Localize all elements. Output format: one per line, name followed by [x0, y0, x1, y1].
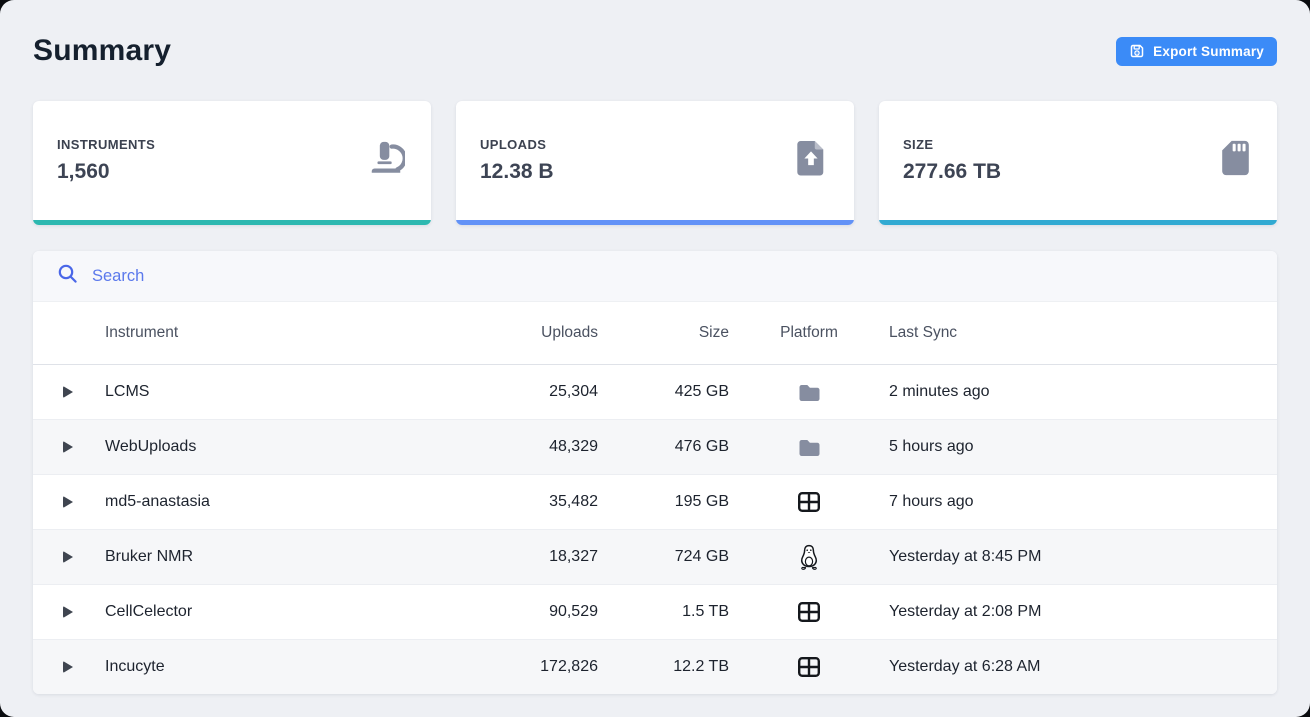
table-row[interactable]: LCMS 25,304 425 GB 2 minutes ago: [33, 365, 1277, 419]
table-row[interactable]: WebUploads 48,329 476 GB 5 hours ago: [33, 419, 1277, 474]
platform-cell: [729, 383, 889, 402]
linux-icon: [798, 544, 820, 571]
uploads-value: 90,529: [478, 603, 598, 621]
stat-cards: INSTRUMENTS 1,560 UPLOADS 12: [33, 101, 1277, 225]
instrument-name: CellCelector: [105, 603, 478, 621]
instrument-name: Bruker NMR: [105, 548, 478, 566]
windows-icon: [797, 601, 821, 623]
uploads-value: 35,482: [478, 493, 598, 511]
size-card-value: 277.66 TB: [903, 160, 1001, 184]
table-row[interactable]: Incucyte 172,826 12.2 TB Yesterday at 6:…: [33, 639, 1277, 694]
platform-cell: [729, 601, 889, 623]
size-value: 195 GB: [598, 493, 729, 511]
table-row[interactable]: md5-anastasia 35,482 195 GB 7 hours ago: [33, 474, 1277, 529]
summary-page: Summary Export Summary INSTRUMENTS 1,560: [0, 0, 1310, 717]
expand-caret-icon[interactable]: [63, 551, 73, 563]
uploads-card: UPLOADS 12.38 B: [456, 101, 854, 225]
column-header-platform[interactable]: Platform: [780, 324, 838, 342]
column-header-last-sync[interactable]: Last Sync: [889, 324, 1277, 342]
instrument-name: WebUploads: [105, 438, 478, 456]
size-value: 724 GB: [598, 548, 729, 566]
table-header-row: Instrument Uploads Size Platform Last Sy…: [33, 302, 1277, 365]
expand-caret-icon[interactable]: [63, 386, 73, 398]
expand-cell: [33, 441, 105, 453]
uploads-card-label: UPLOADS: [480, 137, 554, 152]
instruments-card-label: INSTRUMENTS: [57, 137, 155, 152]
size-value: 1.5 TB: [598, 603, 729, 621]
folder-icon: [798, 383, 821, 402]
uploads-card-accent: [456, 220, 854, 225]
last-sync-value: 2 minutes ago: [889, 383, 1277, 401]
table-row[interactable]: CellCelector 90,529 1.5 TB Yesterday at …: [33, 584, 1277, 639]
size-card-accent: [879, 220, 1277, 225]
uploads-value: 18,327: [478, 548, 598, 566]
instruments-card-accent: [33, 220, 431, 225]
windows-icon: [797, 491, 821, 513]
microscope-icon: [367, 139, 405, 182]
last-sync-value: Yesterday at 6:28 AM: [889, 658, 1277, 676]
size-card-label: SIZE: [903, 137, 1001, 152]
search-icon: [57, 263, 78, 289]
platform-cell: [729, 656, 889, 678]
instruments-table-card: Instrument Uploads Size Platform Last Sy…: [33, 251, 1277, 694]
instruments-card: INSTRUMENTS 1,560: [33, 101, 431, 225]
instrument-name: Incucyte: [105, 658, 478, 676]
column-header-uploads[interactable]: Uploads: [478, 324, 598, 342]
search-input[interactable]: [90, 266, 1253, 287]
expand-cell: [33, 551, 105, 563]
page-header: Summary Export Summary: [0, 0, 1310, 68]
column-header-instrument[interactable]: Instrument: [105, 324, 478, 342]
last-sync-value: 7 hours ago: [889, 493, 1277, 511]
expand-caret-icon[interactable]: [63, 606, 73, 618]
last-sync-value: Yesterday at 8:45 PM: [889, 548, 1277, 566]
uploads-value: 25,304: [478, 383, 598, 401]
platform-cell: [729, 491, 889, 513]
column-header-size[interactable]: Size: [598, 324, 729, 342]
size-value: 425 GB: [598, 383, 729, 401]
uploads-value: 48,329: [478, 438, 598, 456]
file-upload-icon: [794, 139, 828, 182]
instruments-card-value: 1,560: [57, 160, 155, 184]
platform-cell: [729, 544, 889, 571]
sd-card-icon: [1220, 139, 1251, 182]
expand-cell: [33, 496, 105, 508]
expand-cell: [33, 386, 105, 398]
expand-cell: [33, 606, 105, 618]
size-value: 12.2 TB: [598, 658, 729, 676]
expand-caret-icon[interactable]: [63, 441, 73, 453]
windows-icon: [797, 656, 821, 678]
last-sync-value: 5 hours ago: [889, 438, 1277, 456]
table-row[interactable]: Bruker NMR 18,327 724 GB Yesterday at 8:…: [33, 529, 1277, 584]
instrument-name: md5-anastasia: [105, 493, 478, 511]
expand-caret-icon[interactable]: [63, 661, 73, 673]
folder-icon: [798, 438, 821, 457]
table-body: LCMS 25,304 425 GB 2 minutes ago WebUplo…: [33, 365, 1277, 694]
uploads-card-value: 12.38 B: [480, 160, 554, 184]
last-sync-value: Yesterday at 2:08 PM: [889, 603, 1277, 621]
instrument-name: LCMS: [105, 383, 478, 401]
expand-caret-icon[interactable]: [63, 496, 73, 508]
platform-cell: [729, 438, 889, 457]
search-bar: [33, 251, 1277, 302]
size-card: SIZE 277.66 TB: [879, 101, 1277, 225]
export-summary-button[interactable]: Export Summary: [1116, 37, 1277, 66]
export-summary-label: Export Summary: [1153, 44, 1264, 59]
expand-cell: [33, 661, 105, 673]
uploads-value: 172,826: [478, 658, 598, 676]
page-title: Summary: [33, 34, 171, 68]
save-icon: [1129, 43, 1145, 59]
size-value: 476 GB: [598, 438, 729, 456]
